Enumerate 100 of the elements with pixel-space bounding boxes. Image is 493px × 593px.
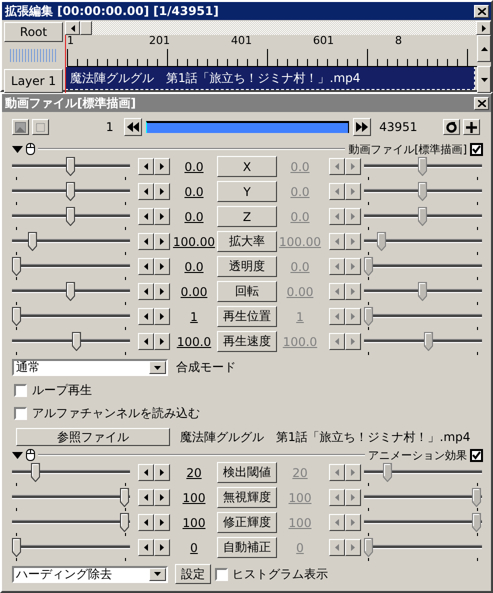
slider[interactable] [364, 331, 482, 356]
decrease-button[interactable] [329, 283, 345, 300]
previous-button[interactable] [124, 118, 142, 136]
horizontal-scrollbar[interactable] [65, 21, 491, 35]
slider-thumb[interactable] [66, 157, 75, 176]
increase-button[interactable] [345, 489, 361, 506]
slider[interactable] [12, 512, 130, 537]
decrease-button[interactable] [138, 158, 154, 175]
decrease-button[interactable] [138, 283, 154, 300]
slider-thumb[interactable] [12, 307, 21, 326]
increase-button[interactable] [154, 539, 170, 556]
value-text[interactable]: 100 [173, 516, 215, 530]
increase-button[interactable] [154, 514, 170, 531]
decrease-button[interactable] [329, 539, 345, 556]
slider[interactable] [12, 181, 130, 206]
value-text[interactable]: 0.0 [173, 260, 215, 274]
increase-button[interactable] [345, 233, 361, 250]
decrease-button[interactable] [138, 258, 154, 275]
increase-button[interactable] [154, 233, 170, 250]
increase-button[interactable] [345, 183, 361, 200]
slider-thumb[interactable] [120, 513, 129, 532]
parameter-button[interactable]: 再生位置 [217, 306, 277, 327]
decrease-button[interactable] [138, 233, 154, 250]
value-text[interactable]: 0.0 [173, 185, 215, 199]
increase-button[interactable] [154, 308, 170, 325]
increase-button[interactable] [345, 208, 361, 225]
decrease-button[interactable] [138, 308, 154, 325]
slider[interactable] [364, 537, 482, 562]
slider-thumb[interactable] [66, 182, 75, 201]
settings-button[interactable]: 設定 [175, 564, 211, 584]
checkbox[interactable] [470, 142, 483, 156]
slider[interactable] [364, 206, 482, 231]
slider[interactable] [12, 306, 130, 331]
increase-button[interactable] [345, 539, 361, 556]
checkbox[interactable] [470, 448, 483, 462]
checkbox[interactable] [14, 407, 27, 420]
increase-button[interactable] [154, 258, 170, 275]
timeline-clip[interactable]: 魔法陣グルグル 第1話「旅立ち！ジミナ村！」.mp4 [65, 66, 475, 90]
slider-thumb[interactable] [66, 207, 75, 226]
slider[interactable] [364, 306, 482, 331]
slider[interactable] [12, 256, 130, 281]
slider[interactable] [364, 487, 482, 512]
value-text[interactable]: 100.00 [173, 235, 215, 249]
decrease-button[interactable] [329, 464, 345, 481]
value-text[interactable]: 20 [173, 466, 215, 480]
decrease-button[interactable] [329, 183, 345, 200]
value-text[interactable]: 1 [173, 310, 215, 324]
decrease-button[interactable] [329, 158, 345, 175]
parameter-button[interactable]: 透明度 [217, 256, 277, 277]
decrease-button[interactable] [138, 489, 154, 506]
parameter-button[interactable]: 検出閾値 [217, 462, 277, 483]
value-text[interactable]: 0 [173, 541, 215, 555]
slider-thumb[interactable] [472, 513, 481, 532]
increase-button[interactable] [154, 489, 170, 506]
add-button[interactable] [463, 119, 480, 135]
decrease-button[interactable] [138, 514, 154, 531]
slider-thumb[interactable] [376, 232, 386, 251]
slider[interactable] [364, 256, 482, 281]
scroll-down-button[interactable] [477, 66, 491, 93]
value-text[interactable]: 0.0 [173, 210, 215, 224]
increase-button[interactable] [345, 464, 361, 481]
slider-thumb[interactable] [424, 332, 434, 351]
decrease-button[interactable] [138, 183, 154, 200]
filter-dropdown[interactable]: ハーディング除去 [12, 566, 168, 582]
slider[interactable] [12, 487, 130, 512]
increase-button[interactable] [154, 464, 170, 481]
decrease-button[interactable] [329, 308, 345, 325]
root-button[interactable]: Root [4, 22, 63, 42]
image-button[interactable] [12, 119, 29, 135]
blend-mode-dropdown[interactable]: 通常 [12, 359, 168, 376]
increase-button[interactable] [345, 258, 361, 275]
increase-button[interactable] [154, 158, 170, 175]
frame-button[interactable] [32, 119, 49, 135]
slider-thumb[interactable] [120, 488, 129, 507]
slider[interactable] [12, 231, 130, 256]
decrease-button[interactable] [138, 333, 154, 350]
slider[interactable] [364, 231, 482, 256]
increase-button[interactable] [154, 283, 170, 300]
checkbox[interactable] [215, 568, 228, 580]
layer-button[interactable]: Layer 1 [4, 69, 63, 93]
collapse-triangle-icon[interactable] [12, 146, 23, 152]
decrease-button[interactable] [138, 208, 154, 225]
decrease-button[interactable] [329, 208, 345, 225]
decrease-button[interactable] [138, 464, 154, 481]
parameter-button[interactable]: 再生速度 [217, 331, 277, 352]
reference-file-button[interactable]: 参照ファイル [16, 428, 170, 446]
increase-button[interactable] [345, 333, 361, 350]
decrease-button[interactable] [138, 539, 154, 556]
increase-button[interactable] [345, 514, 361, 531]
decrease-button[interactable] [329, 233, 345, 250]
parameter-button[interactable]: Y [217, 181, 277, 202]
slider[interactable] [12, 537, 130, 562]
slider-thumb[interactable] [472, 488, 481, 507]
slider-thumb[interactable] [28, 232, 38, 251]
slider-thumb[interactable] [364, 538, 373, 557]
slider[interactable] [12, 156, 130, 181]
close-button[interactable] [474, 4, 489, 18]
slider[interactable] [364, 281, 482, 306]
parameter-button[interactable]: Z [217, 206, 277, 227]
slider-thumb[interactable] [364, 257, 373, 276]
